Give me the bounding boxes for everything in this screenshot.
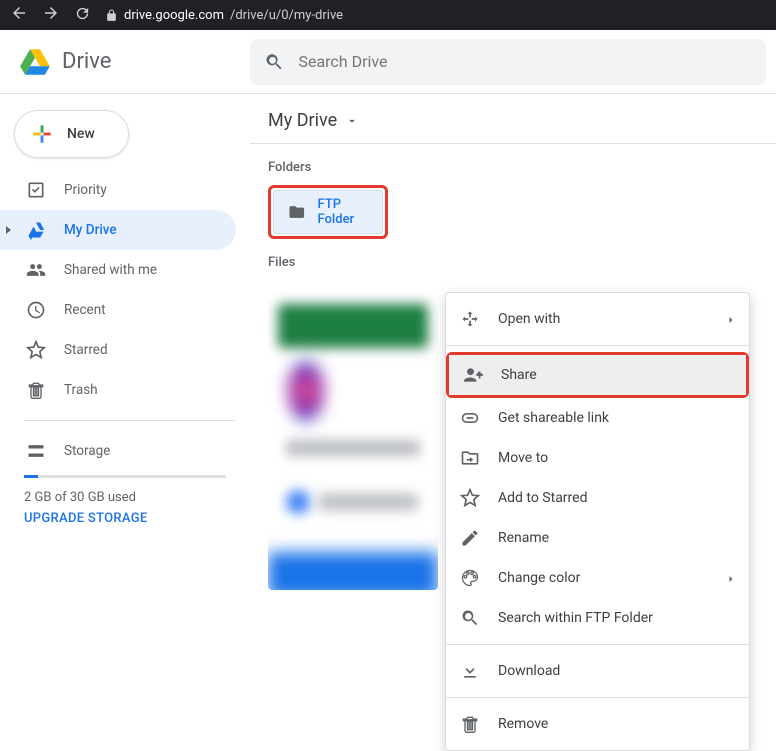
url-path: /drive/u/0/my-drive <box>230 8 343 23</box>
cm-share[interactable]: Share <box>449 355 746 395</box>
files-section-label: Files <box>250 239 776 280</box>
sidebar: New Priority My Drive Shared with me Rec… <box>0 94 250 623</box>
cm-label: Get shareable link <box>498 410 609 426</box>
sidebar-item-starred[interactable]: Starred <box>0 330 236 370</box>
storage-used-text: 2 GB of 30 GB used <box>24 490 226 505</box>
trash-icon <box>460 714 480 734</box>
cm-label: Search within FTP Folder <box>498 610 653 626</box>
sidebar-item-label: My Drive <box>64 222 117 238</box>
rename-icon <box>460 528 480 548</box>
search-box[interactable] <box>250 39 766 85</box>
sidebar-item-label: Priority <box>64 182 107 198</box>
cm-add-starred[interactable]: Add to Starred <box>446 478 749 518</box>
file-preview-blurred <box>268 290 438 590</box>
cm-separator <box>446 644 749 645</box>
sidebar-item-label: Starred <box>64 342 108 358</box>
storage-title: Storage <box>64 443 110 459</box>
highlight-box-folder: FTP Folder <box>268 185 388 239</box>
context-menu: Open with Share Get shareable link <box>445 292 750 751</box>
shared-icon <box>26 260 46 280</box>
search-input[interactable] <box>298 52 752 71</box>
folder-icon <box>288 201 306 223</box>
forward-button[interactable] <box>42 4 60 26</box>
cm-label: Open with <box>498 311 560 327</box>
brand[interactable]: Drive <box>0 45 250 79</box>
cm-separator <box>446 345 749 346</box>
storage-section: 2 GB of 30 GB used UPGRADE STORAGE <box>0 471 250 526</box>
open-with-icon <box>460 309 480 329</box>
drive-logo-icon <box>18 45 52 79</box>
highlight-box-share: Share <box>446 352 749 398</box>
storage-progress <box>24 475 226 478</box>
cm-remove[interactable]: Remove <box>446 704 749 744</box>
sidebar-item-label: Shared with me <box>64 262 157 278</box>
recent-icon <box>26 300 46 320</box>
link-icon <box>460 408 480 428</box>
expand-caret-icon[interactable] <box>6 226 11 234</box>
cm-get-link[interactable]: Get shareable link <box>446 398 749 438</box>
breadcrumb[interactable]: My Drive <box>250 94 377 131</box>
plus-icon <box>29 121 55 147</box>
trash-icon <box>26 380 46 400</box>
cm-label: Change color <box>498 570 580 586</box>
reload-button[interactable] <box>74 5 91 26</box>
sidebar-item-shared[interactable]: Shared with me <box>0 250 236 290</box>
sidebar-item-label: Trash <box>64 382 98 398</box>
cm-change-color[interactable]: Change color <box>446 558 749 598</box>
search-icon <box>264 51 284 73</box>
move-to-icon <box>460 448 480 468</box>
folders-section-label: Folders <box>250 144 776 185</box>
address-bar[interactable]: drive.google.com/drive/u/0/my-drive <box>105 8 343 23</box>
share-icon <box>463 365 483 385</box>
cm-label: Rename <box>498 530 549 546</box>
folder-name: FTP Folder <box>318 197 368 227</box>
download-icon <box>460 661 480 681</box>
palette-icon <box>460 568 480 588</box>
cm-rename[interactable]: Rename <box>446 518 749 558</box>
brand-text: Drive <box>62 49 111 74</box>
search-icon <box>460 608 480 628</box>
url-host: drive.google.com <box>124 8 224 23</box>
cm-label: Share <box>501 367 537 383</box>
star-icon <box>460 488 480 508</box>
back-button[interactable] <box>10 4 28 26</box>
cm-separator <box>446 697 749 698</box>
new-button-label: New <box>67 126 95 142</box>
sidebar-item-priority[interactable]: Priority <box>0 170 236 210</box>
cm-label: Add to Starred <box>498 490 587 506</box>
chevron-right-icon <box>725 573 735 583</box>
breadcrumb-label: My Drive <box>268 110 337 131</box>
star-icon <box>26 340 46 360</box>
cm-download[interactable]: Download <box>446 651 749 691</box>
cm-open-with[interactable]: Open with <box>446 299 749 339</box>
priority-icon <box>26 180 46 200</box>
lock-icon <box>105 9 118 22</box>
cm-label: Remove <box>498 716 548 732</box>
cm-search-within[interactable]: Search within FTP Folder <box>446 598 749 638</box>
upgrade-storage-link[interactable]: UPGRADE STORAGE <box>24 511 226 526</box>
sidebar-item-storage: Storage <box>0 431 236 471</box>
folder-chip-ftp[interactable]: FTP Folder <box>273 190 383 234</box>
sidebar-separator <box>24 420 236 421</box>
main-content: My Drive Folders FTP Folder Files <box>250 94 776 623</box>
app-header: Drive <box>0 30 776 94</box>
sidebar-item-label: Recent <box>64 302 106 318</box>
sidebar-item-mydrive[interactable]: My Drive <box>0 210 236 250</box>
chevron-down-icon <box>345 114 359 128</box>
sidebar-item-recent[interactable]: Recent <box>0 290 236 330</box>
chevron-right-icon <box>725 314 735 324</box>
browser-bar: drive.google.com/drive/u/0/my-drive <box>0 0 776 30</box>
storage-icon <box>26 441 46 461</box>
cm-label: Download <box>498 663 560 679</box>
cm-move-to[interactable]: Move to <box>446 438 749 478</box>
cm-label: Move to <box>498 450 548 466</box>
new-button[interactable]: New <box>14 110 129 158</box>
mydrive-icon <box>26 220 46 240</box>
sidebar-item-trash[interactable]: Trash <box>0 370 236 410</box>
